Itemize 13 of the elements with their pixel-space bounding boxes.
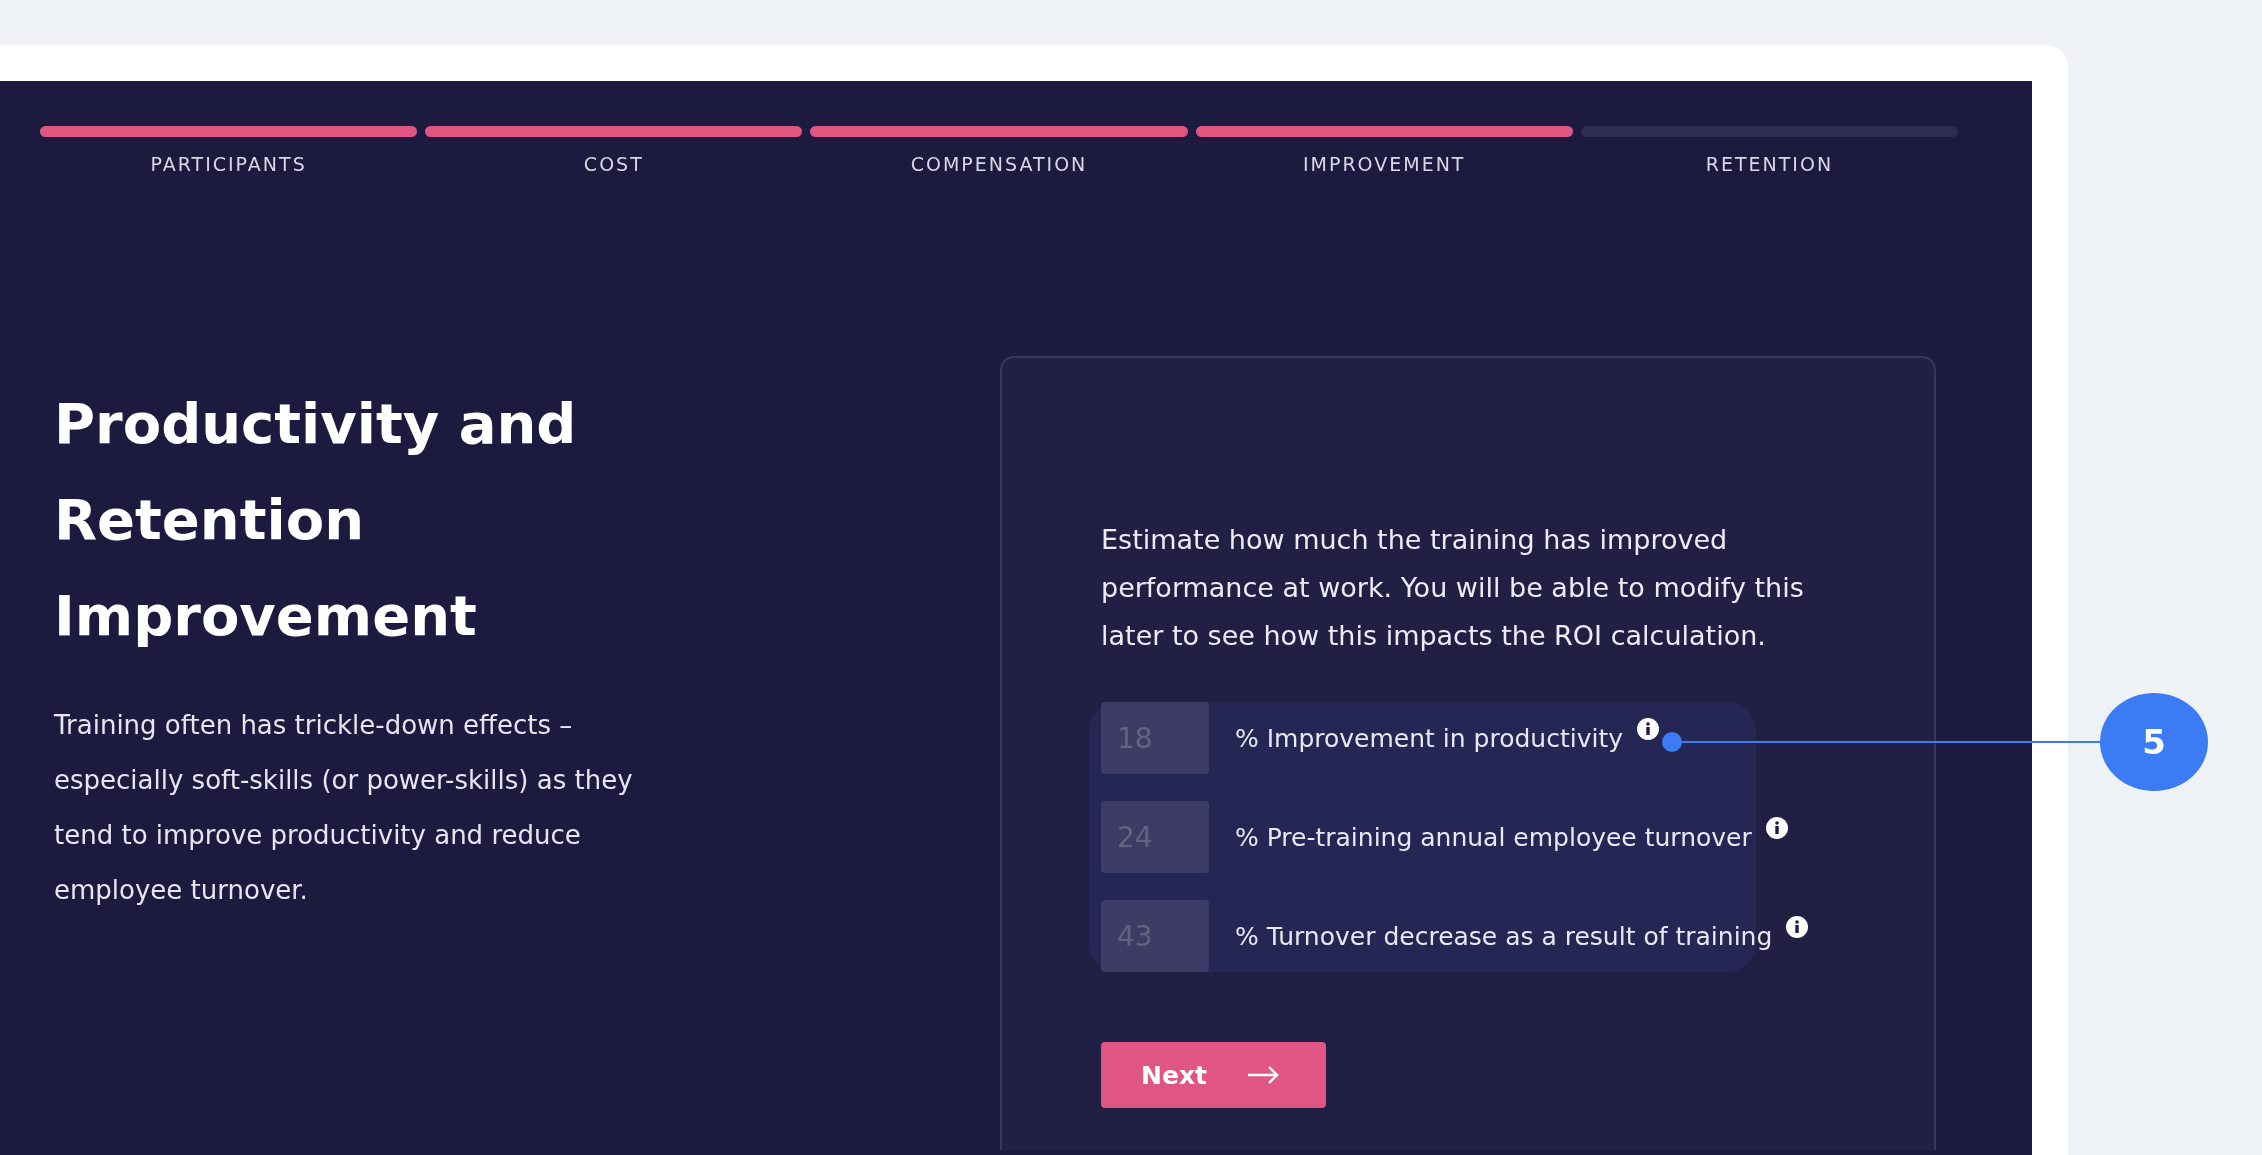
intro-paragraph: Training often has trickle-down effects – especially soft-skills (or power-skills) as they tend to improve productivity and reduce employee turnover. (54, 709, 634, 907)
step-label: RETENTION (1705, 153, 1834, 175)
field-label: % Pre-training annual employee turnover (1235, 822, 1752, 852)
callout-badge: 5 (2100, 693, 2208, 791)
next-button[interactable]: Next (1101, 1042, 1326, 1108)
step-label: IMPROVEMENT (1302, 153, 1466, 175)
instruction-text: Estimate how much the training has improved performance at work. You will be able to modify this later to see how this impacts the ROI calculation. (1101, 523, 1805, 653)
field-label: % Turnover decrease as a result of training (1235, 921, 1773, 951)
step-label: PARTICIPANTS (150, 153, 307, 175)
step-label: COMPENSATION (910, 153, 1088, 175)
page-heading: Productivity and Retention Improvement (54, 390, 578, 650)
field-label: % Improvement in productivity (1235, 723, 1623, 753)
step-label: COST (583, 153, 644, 175)
